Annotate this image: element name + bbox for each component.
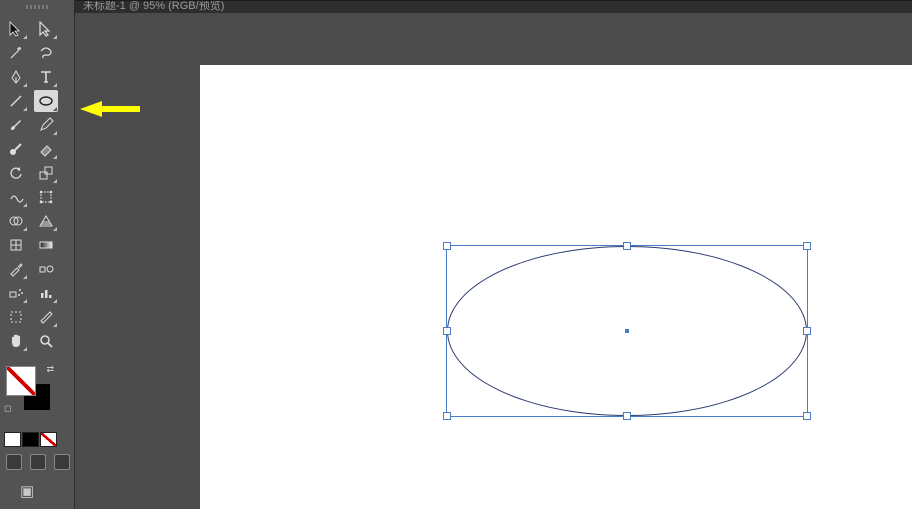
tools-panel: ⇄ ◻ ▣ bbox=[0, 0, 75, 509]
pencil-tool[interactable] bbox=[34, 114, 58, 136]
artboard-canvas[interactable] bbox=[200, 65, 912, 509]
document-frame bbox=[75, 13, 912, 509]
line-tool[interactable] bbox=[4, 90, 28, 112]
handle-top-middle[interactable] bbox=[623, 242, 631, 250]
type-tool[interactable] bbox=[34, 66, 58, 88]
magic-wand-tool[interactable] bbox=[4, 42, 28, 64]
mesh-tool[interactable] bbox=[4, 234, 28, 256]
handle-top-left[interactable] bbox=[443, 242, 451, 250]
graph-tool[interactable] bbox=[34, 282, 58, 304]
gradient-tool[interactable] bbox=[34, 234, 58, 256]
lasso-tool[interactable] bbox=[34, 42, 58, 64]
perspective-tool[interactable] bbox=[34, 210, 58, 232]
panel-gripper[interactable] bbox=[0, 0, 75, 14]
shape-builder-tool[interactable] bbox=[4, 210, 28, 232]
color-mode-cells bbox=[4, 432, 57, 447]
draw-mode-inside[interactable] bbox=[54, 454, 70, 470]
fill-swatch[interactable] bbox=[6, 366, 36, 396]
selection-tool[interactable] bbox=[4, 18, 28, 40]
color-cell-gradient[interactable] bbox=[22, 432, 39, 447]
fill-stroke-swatches[interactable]: ⇄ ◻ bbox=[6, 366, 52, 412]
document-tab[interactable]: 未标题-1 @ 95% (RGB/预览) bbox=[79, 1, 228, 11]
warp-tool[interactable] bbox=[4, 186, 28, 208]
free-transform-tool[interactable] bbox=[34, 186, 58, 208]
handle-middle-left[interactable] bbox=[443, 327, 451, 335]
screen-mode-icons bbox=[6, 454, 70, 470]
eraser-tool[interactable] bbox=[34, 138, 58, 160]
draw-mode-normal[interactable] bbox=[6, 454, 22, 470]
zoom-tool[interactable] bbox=[34, 330, 58, 352]
draw-mode-behind[interactable] bbox=[30, 454, 46, 470]
symbol-sprayer-tool[interactable] bbox=[4, 282, 28, 304]
hand-tool[interactable] bbox=[4, 330, 28, 352]
screen-mode-button[interactable]: ▣ bbox=[20, 482, 34, 500]
handle-bottom-middle[interactable] bbox=[623, 412, 631, 420]
default-fill-stroke-icon[interactable]: ◻ bbox=[4, 403, 11, 414]
handle-bottom-right[interactable] bbox=[803, 412, 811, 420]
blend-tool[interactable] bbox=[34, 258, 58, 280]
rotate-tool[interactable] bbox=[4, 162, 28, 184]
color-cell-none[interactable] bbox=[40, 432, 57, 447]
eyedropper-tool[interactable] bbox=[4, 258, 28, 280]
handle-bottom-left[interactable] bbox=[443, 412, 451, 420]
ellipse-tool[interactable] bbox=[34, 90, 58, 112]
document-tab-bar: 未标题-1 @ 95% (RGB/预览) bbox=[75, 0, 912, 13]
color-cell-color[interactable] bbox=[4, 432, 21, 447]
handle-middle-right[interactable] bbox=[803, 327, 811, 335]
tool-grid bbox=[4, 18, 58, 354]
direct-selection-tool[interactable] bbox=[34, 18, 58, 40]
selection-bounding-box[interactable] bbox=[446, 245, 808, 417]
pen-tool[interactable] bbox=[4, 66, 28, 88]
scale-tool[interactable] bbox=[34, 162, 58, 184]
blob-brush-tool[interactable] bbox=[4, 138, 28, 160]
brush-tool[interactable] bbox=[4, 114, 28, 136]
ellipse-path[interactable] bbox=[447, 246, 807, 416]
selection-center-mark bbox=[625, 329, 629, 333]
handle-top-right[interactable] bbox=[803, 242, 811, 250]
swap-fill-stroke-icon[interactable]: ⇄ bbox=[46, 364, 54, 375]
slice-tool[interactable] bbox=[34, 306, 58, 328]
artboard-tool[interactable] bbox=[4, 306, 28, 328]
